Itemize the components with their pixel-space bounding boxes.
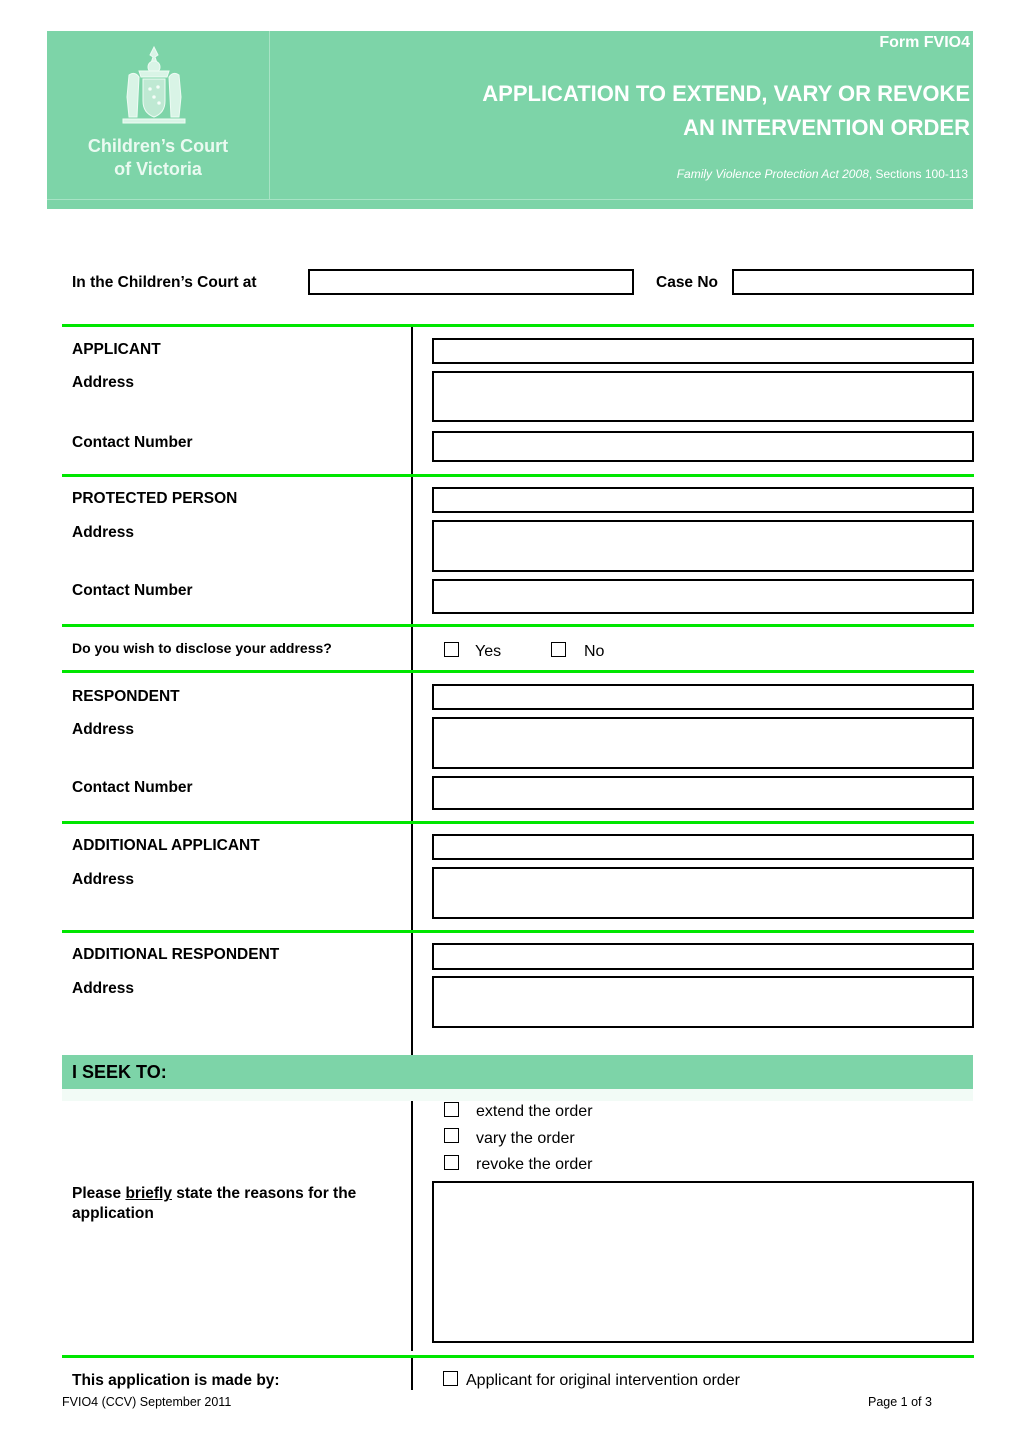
section-rule xyxy=(62,1355,974,1358)
seek-section-header: I SEEK TO: xyxy=(62,1055,973,1089)
seek-heading: I SEEK TO: xyxy=(72,1062,167,1082)
additional-applicant-address-label: Address xyxy=(72,871,135,888)
respondent-address-label: Address xyxy=(72,721,135,738)
made-by-applicant-label: Applicant for original intervention orde… xyxy=(466,1372,740,1389)
header-divider xyxy=(269,31,270,199)
section-rule xyxy=(62,670,974,673)
disclose-no-checkbox[interactable] xyxy=(551,642,566,657)
reasons-label-emphasis: briefly xyxy=(125,1185,172,1202)
reasons-label-line2: application xyxy=(72,1205,154,1222)
header-divider xyxy=(47,199,973,200)
made-by-label: This application is made by: xyxy=(72,1372,280,1389)
protected-person-contact-label: Contact Number xyxy=(72,582,193,599)
court-location-input[interactable] xyxy=(308,269,634,295)
additional-respondent-heading: ADDITIONAL RESPONDENT xyxy=(72,946,280,963)
reasons-label: Please briefly state the reasons for the… xyxy=(72,1184,356,1224)
extend-order-label: extend the order xyxy=(476,1103,593,1120)
form-header: Children’s Court of Victoria Form FVIO4 … xyxy=(47,31,973,209)
form-id: Form FVIO4 xyxy=(879,34,970,51)
seek-header-strip xyxy=(62,1089,973,1101)
case-no-label: Case No xyxy=(656,274,719,291)
respondent-address-input[interactable] xyxy=(432,717,974,769)
vary-order-label: vary the order xyxy=(476,1130,575,1147)
additional-applicant-heading: ADDITIONAL APPLICANT xyxy=(72,837,260,854)
section-rule xyxy=(62,821,974,824)
respondent-name-input[interactable] xyxy=(432,684,974,710)
court-name: Children’s Court of Victoria xyxy=(47,135,269,181)
column-divider xyxy=(411,325,413,1055)
protected-person-address-label: Address xyxy=(72,524,135,541)
footer-form-version: FVIO4 (CCV) September 2011 xyxy=(62,1395,232,1409)
additional-respondent-address-input[interactable] xyxy=(432,976,974,1028)
column-divider xyxy=(411,1356,413,1390)
revoke-order-label: revoke the order xyxy=(476,1156,593,1173)
section-rule xyxy=(62,624,974,627)
footer-page-number: Page 1 of 3 xyxy=(868,1395,932,1409)
protected-person-contact-input[interactable] xyxy=(432,579,974,614)
disclose-yes-checkbox[interactable] xyxy=(444,642,459,657)
case-no-input[interactable] xyxy=(732,269,974,295)
additional-applicant-name-input[interactable] xyxy=(432,834,974,860)
section-rule xyxy=(62,930,974,933)
applicant-address-label: Address xyxy=(72,374,135,391)
applicant-name-input[interactable] xyxy=(432,338,974,364)
applicant-address-input[interactable] xyxy=(432,371,974,422)
applicant-heading: APPLICANT xyxy=(72,341,161,358)
respondent-contact-label: Contact Number xyxy=(72,779,193,796)
act-sections: , Sections 100-113 xyxy=(868,167,968,181)
act-name: Family Violence Protection Act 2008 xyxy=(676,167,869,181)
disclose-no-label: No xyxy=(584,643,605,660)
section-rule xyxy=(62,324,974,327)
reasons-textarea[interactable] xyxy=(432,1181,974,1343)
protected-person-name-input[interactable] xyxy=(432,487,974,513)
reasons-label-pre: Please xyxy=(72,1185,126,1202)
revoke-order-checkbox[interactable] xyxy=(444,1155,459,1170)
court-label: In the Children’s Court at xyxy=(72,274,257,291)
coat-of-arms-icon xyxy=(122,45,186,124)
disclose-address-question: Do you wish to disclose your address? xyxy=(72,640,332,656)
respondent-contact-input[interactable] xyxy=(432,776,974,810)
court-name-line1: Children’s Court xyxy=(87,136,229,156)
form-title-line1: APPLICATION TO EXTEND, VARY OR REVOKE xyxy=(482,81,970,106)
protected-person-address-input[interactable] xyxy=(432,520,974,572)
applicant-contact-label: Contact Number xyxy=(72,434,193,451)
applicant-contact-input[interactable] xyxy=(432,431,974,462)
form-title-line2: AN INTERVENTION ORDER xyxy=(683,115,970,140)
court-name-line2: of Victoria xyxy=(114,159,202,179)
protected-person-heading: PROTECTED PERSON xyxy=(72,490,238,507)
act-reference: Family Violence Protection Act 2008, Sec… xyxy=(677,167,968,181)
reasons-label-post: state the reasons for the xyxy=(171,1185,357,1202)
made-by-applicant-checkbox[interactable] xyxy=(443,1371,458,1386)
extend-order-checkbox[interactable] xyxy=(444,1102,459,1117)
disclose-yes-label: Yes xyxy=(475,643,502,660)
additional-respondent-address-label: Address xyxy=(72,980,135,997)
section-rule xyxy=(62,474,974,477)
respondent-heading: RESPONDENT xyxy=(72,688,180,705)
additional-applicant-address-input[interactable] xyxy=(432,867,974,919)
column-divider xyxy=(411,1101,413,1351)
vary-order-checkbox[interactable] xyxy=(444,1128,459,1143)
additional-respondent-name-input[interactable] xyxy=(432,943,974,970)
